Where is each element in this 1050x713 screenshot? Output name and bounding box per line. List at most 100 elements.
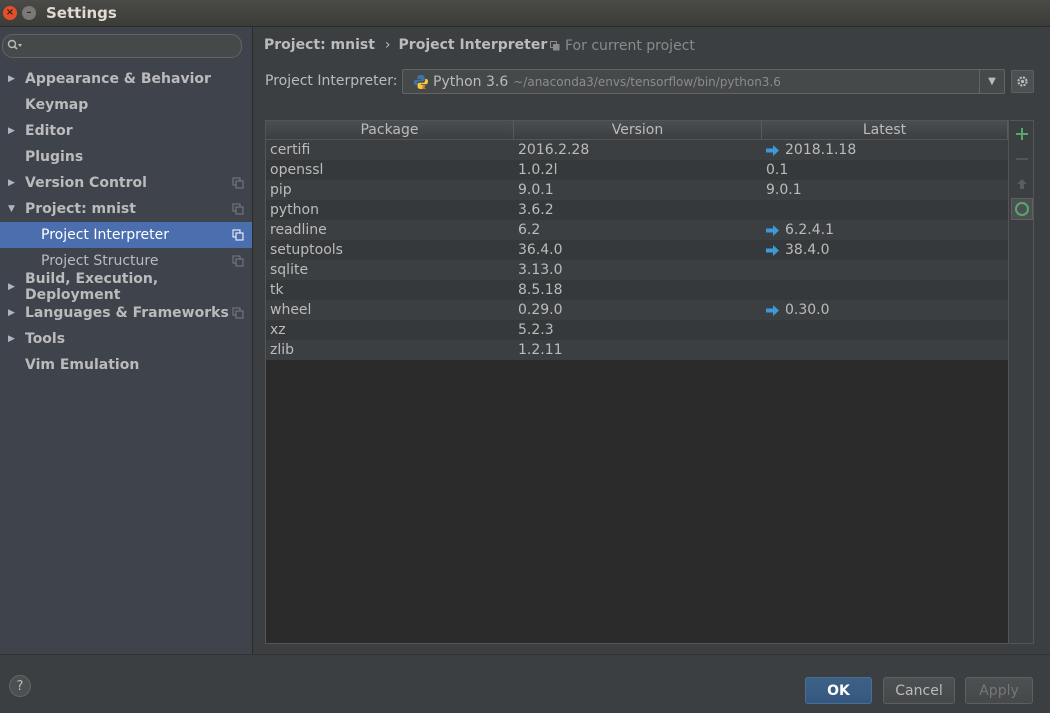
chevron-right-icon[interactable]: ▶ (8, 334, 15, 344)
sidebar-item-vim-emulation[interactable]: Vim Emulation (0, 352, 252, 378)
sidebar-item-project-mnist[interactable]: ▼ Project: mnist (0, 196, 252, 222)
sidebar-item-label: Editor (25, 123, 73, 139)
package-latest: 0.30.0 (762, 300, 1008, 320)
window-title: Settings (46, 4, 117, 22)
table-body: certifi 2016.2.28 2018.1.18 openssl 1.0.2l 0.… (266, 140, 1008, 360)
copy-icon (232, 307, 244, 319)
package-version: 36.4.0 (518, 242, 563, 258)
package-name: xz (270, 322, 286, 338)
sidebar-item-plugins[interactable]: Plugins (0, 144, 252, 170)
table-row[interactable]: setuptools 36.4.0 38.4.0 (266, 240, 1008, 260)
chevron-right-icon[interactable]: ▶ (8, 178, 15, 188)
sidebar-item-languages-frameworks[interactable]: ▶ Languages & Frameworks (0, 300, 252, 326)
package-latest: 2018.1.18 (762, 140, 1008, 160)
table-row[interactable]: sqlite 3.13.0 (266, 260, 1008, 280)
minus-icon[interactable] (1011, 148, 1033, 170)
sidebar-item-label: Version Control (25, 175, 147, 191)
package-latest (762, 200, 1008, 220)
upgrade-arrow-icon (766, 144, 779, 156)
package-name: pip (270, 182, 292, 198)
package-version: 3.13.0 (518, 262, 563, 278)
sidebar-item-version-control[interactable]: ▶ Version Control (0, 170, 252, 196)
svg-text:c: c (422, 83, 426, 90)
package-version: 6.2 (518, 222, 541, 238)
package-name: setuptools (270, 242, 343, 258)
package-name: openssl (270, 162, 324, 178)
table-row[interactable]: xz 5.2.3 (266, 320, 1008, 340)
python-icon: c (414, 74, 428, 90)
table-row[interactable]: readline 6.2 6.2.4.1 (266, 220, 1008, 240)
search-input[interactable] (27, 37, 231, 55)
package-version: 5.2.3 (518, 322, 554, 338)
sidebar-item-appearance-behavior[interactable]: ▶ Appearance & Behavior (0, 66, 252, 92)
circle-icon[interactable] (1011, 198, 1033, 220)
package-version: 0.29.0 (518, 302, 563, 318)
packages-table[interactable]: Package Version Latest certifi 2016.2.28 2… (265, 120, 1009, 644)
upgrade-arrow-icon (766, 244, 779, 256)
table-row[interactable]: certifi 2016.2.28 2018.1.18 (266, 140, 1008, 160)
sidebar-item-label: Project: mnist (25, 201, 136, 217)
table-row[interactable]: zlib 1.2.11 (266, 340, 1008, 360)
interpreter-select[interactable]: c Python 3.6 ~/anaconda3/envs/tensorflow… (402, 69, 1005, 94)
latest-version: 0.1 (766, 162, 789, 178)
ok-button[interactable]: OK (805, 677, 872, 704)
chevron-right-icon[interactable]: ▶ (8, 282, 15, 292)
search-icon[interactable] (7, 39, 23, 54)
apply-button[interactable]: Apply (965, 677, 1033, 704)
up-arrow-icon[interactable] (1011, 173, 1033, 195)
interpreter-label: Project Interpreter: (265, 73, 398, 89)
package-name: readline (270, 222, 327, 238)
column-header-latest[interactable]: Latest (762, 121, 1008, 139)
chevron-down-icon[interactable]: ▼ (8, 204, 15, 214)
table-row[interactable]: wheel 0.29.0 0.30.0 (266, 300, 1008, 320)
gear-icon[interactable] (1011, 70, 1034, 93)
chevron-right-icon[interactable]: ▶ (8, 308, 15, 318)
close-icon[interactable]: × (3, 6, 17, 20)
chevron-down-icon[interactable]: ▼ (979, 70, 1004, 93)
sidebar-item-build-execution-deployment[interactable]: ▶ Build, Execution, Deployment (0, 271, 252, 303)
table-row[interactable]: pip 9.0.1 9.0.1 (266, 180, 1008, 200)
interpreter-name: Python 3.6 (433, 73, 509, 90)
sidebar-item-label: Plugins (25, 149, 84, 165)
cancel-button[interactable]: Cancel (883, 677, 955, 704)
for-current-project-label: For current project (565, 38, 695, 54)
column-header-package[interactable]: Package (266, 121, 514, 139)
search-box[interactable] (2, 34, 242, 58)
sidebar-item-tools[interactable]: ▶ Tools (0, 326, 252, 352)
minimize-icon[interactable]: – (22, 6, 36, 20)
sidebar-item-keymap[interactable]: Keymap (0, 92, 252, 118)
copy-icon (550, 41, 560, 51)
package-latest: 38.4.0 (762, 240, 1008, 260)
sidebar-item-label: Project Structure (41, 253, 159, 269)
title-bar: × – Settings (0, 0, 1050, 27)
plus-icon[interactable] (1011, 123, 1033, 145)
sidebar-item-editor[interactable]: ▶ Editor (0, 118, 252, 144)
table-row[interactable]: openssl 1.0.2l 0.1 (266, 160, 1008, 180)
sidebar-item-label: Languages & Frameworks (25, 305, 229, 321)
sidebar-item-label: Appearance & Behavior (25, 71, 211, 87)
copy-icon (232, 203, 244, 215)
upgrade-arrow-icon (766, 304, 779, 316)
for-current-project: For current project (550, 38, 695, 54)
breadcrumb: Project: mnist › Project Interpreter (264, 37, 547, 53)
chevron-right-icon[interactable]: ▶ (8, 74, 15, 84)
help-button[interactable]: ? (9, 675, 31, 697)
package-version: 1.2.11 (518, 342, 563, 358)
chevron-right-icon[interactable]: ▶ (8, 126, 15, 136)
table-row[interactable]: python 3.6.2 (266, 200, 1008, 220)
latest-version: 6.2.4.1 (785, 222, 834, 238)
package-name: wheel (270, 302, 312, 318)
sidebar: ▶ Appearance & Behavior Keymap ▶ Editor Plugi… (0, 27, 253, 654)
copy-icon (232, 229, 244, 241)
package-version: 8.5.18 (518, 282, 563, 298)
sidebar-item-label: Project Interpreter (41, 227, 170, 243)
column-header-version[interactable]: Version (514, 121, 762, 139)
table-header: Package Version Latest (266, 121, 1008, 140)
sidebar-item-label: Vim Emulation (25, 357, 140, 373)
table-row[interactable]: tk 8.5.18 (266, 280, 1008, 300)
package-name: sqlite (270, 262, 309, 278)
package-latest (762, 280, 1008, 300)
package-name: zlib (270, 342, 295, 358)
sidebar-item-project-interpreter[interactable]: Project Interpreter (0, 222, 252, 248)
package-version: 1.0.2l (518, 162, 558, 178)
